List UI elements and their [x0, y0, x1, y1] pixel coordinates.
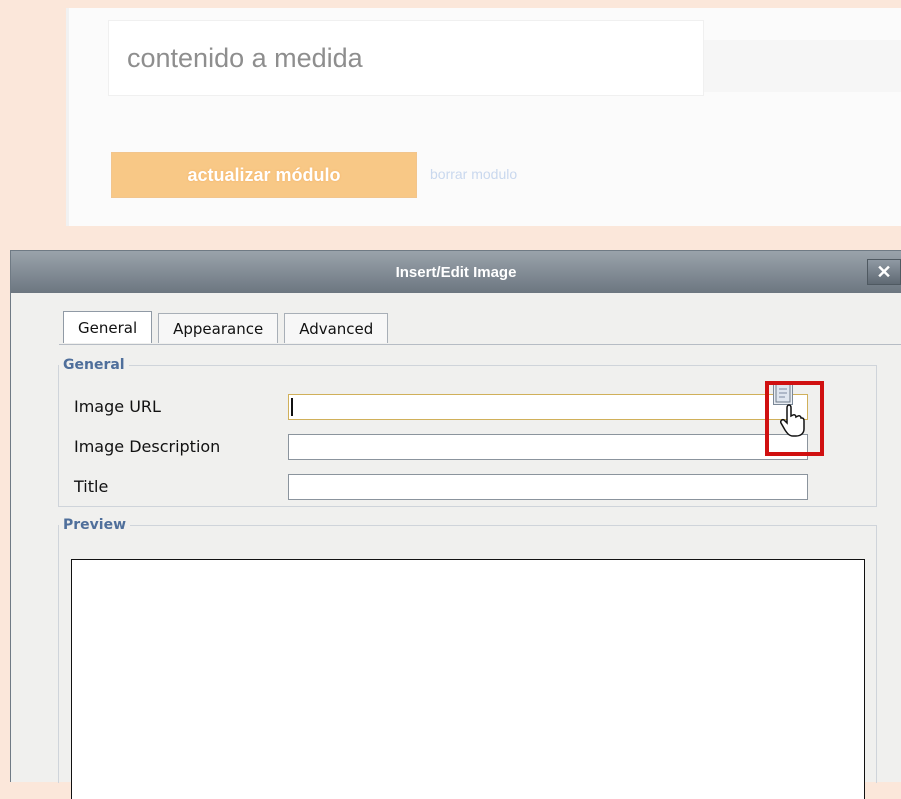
close-button[interactable]: ✕ [867, 259, 901, 285]
tab-divider [59, 344, 901, 345]
content-field[interactable]: contenido a medida [108, 20, 704, 96]
general-legend: General [63, 357, 125, 373]
image-description-input[interactable] [288, 434, 808, 460]
tab-advanced[interactable]: Advanced [284, 313, 389, 343]
preview-fieldset: Preview [58, 517, 877, 799]
delete-module-link[interactable]: borrar modulo [430, 166, 517, 182]
insert-edit-image-dialog: Insert/Edit Image ✕ General Appearance A… [10, 250, 901, 799]
image-url-label: Image URL [74, 397, 161, 416]
text-caret [291, 398, 293, 416]
image-url-input[interactable] [288, 394, 808, 420]
dialog-title: Insert/Edit Image [395, 263, 517, 281]
image-description-label: Image Description [74, 437, 221, 456]
close-icon: ✕ [876, 261, 892, 282]
tab-bar: General Appearance Advanced [63, 311, 394, 345]
content-field-extension [704, 40, 901, 92]
preview-legend: Preview [63, 517, 127, 533]
dialog-titlebar[interactable]: Insert/Edit Image [11, 251, 901, 293]
hand-cursor-icon [780, 404, 805, 437]
tab-appearance[interactable]: Appearance [158, 313, 279, 343]
preview-area [71, 559, 865, 799]
general-fieldset: General Image URL Image Description Titl… [58, 357, 877, 507]
update-module-button[interactable]: actualizar módulo [111, 152, 417, 198]
title-label: Title [74, 477, 109, 496]
title-input[interactable] [288, 474, 808, 500]
tab-general[interactable]: General [63, 311, 153, 343]
